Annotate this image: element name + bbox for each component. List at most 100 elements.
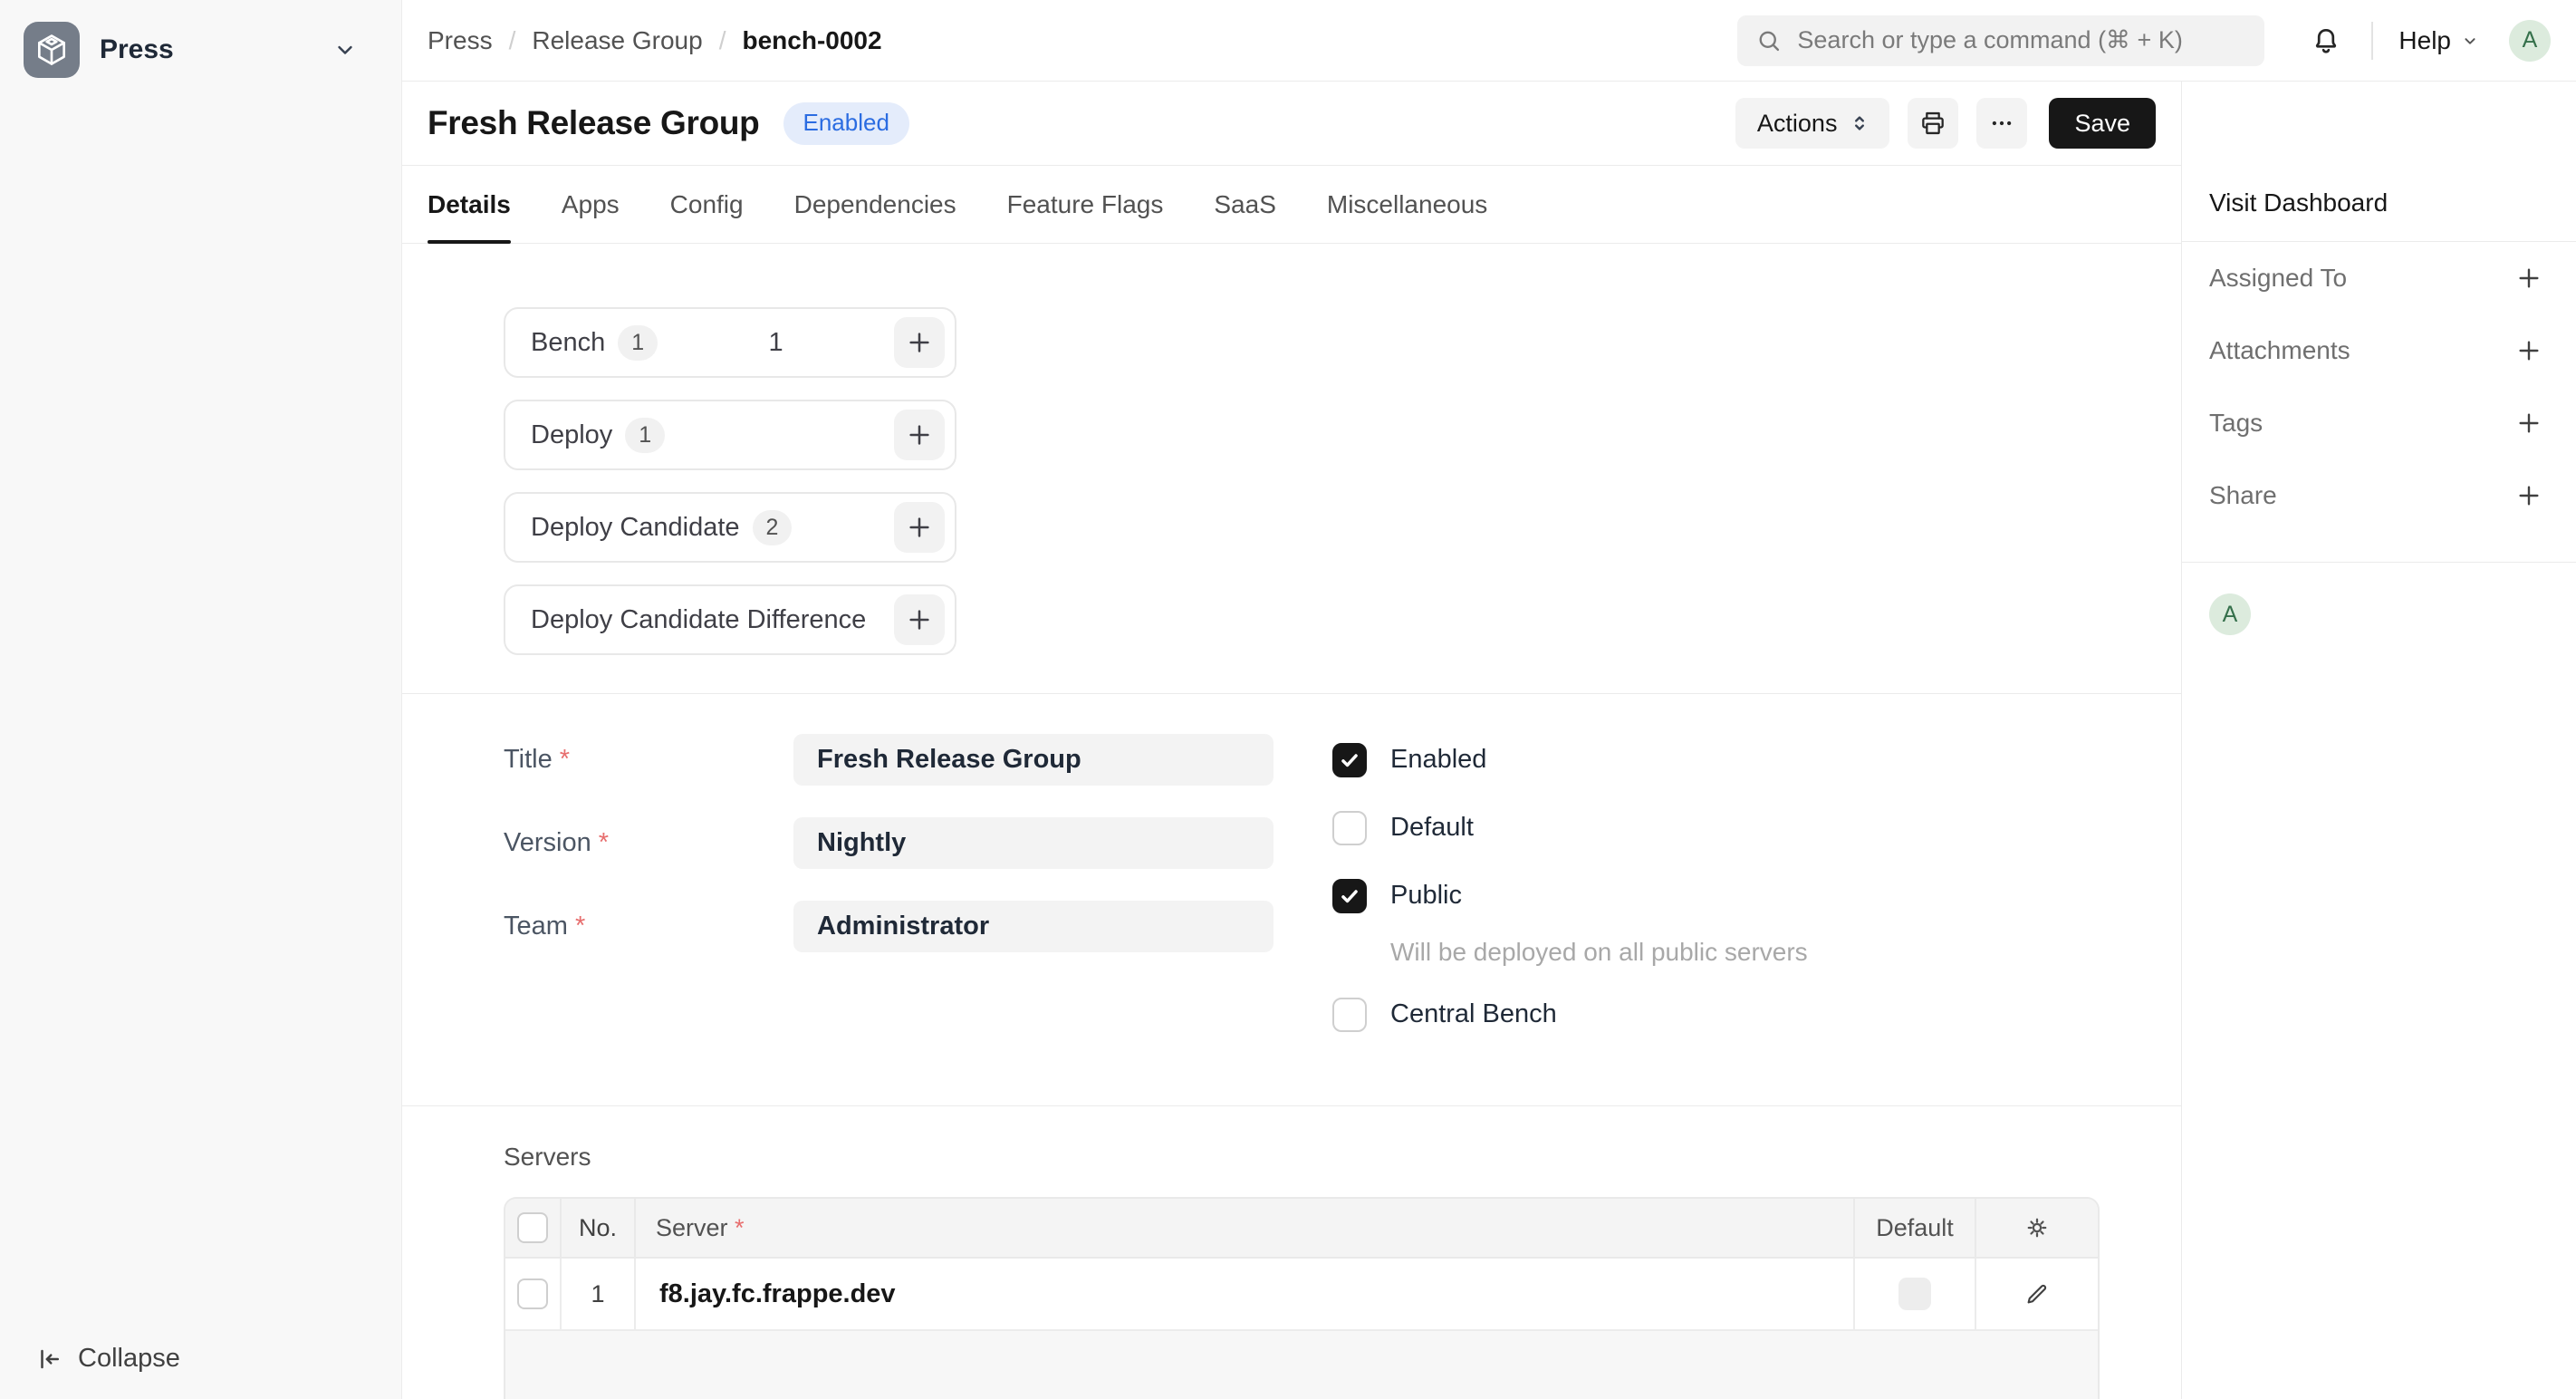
link-label: Bench (531, 328, 605, 358)
link-count-badge: 1 (618, 325, 658, 361)
breadcrumb-current: bench-0002 (742, 26, 881, 55)
document-actions: Actions (1735, 98, 2156, 149)
add-share-button[interactable] (2509, 476, 2549, 516)
version-field[interactable] (793, 817, 1274, 869)
server-name-cell[interactable]: f8.jay.fc.frappe.dev (636, 1259, 1855, 1329)
central-bench-checkbox-label: Central Bench (1390, 999, 1557, 1029)
default-checkbox[interactable] (1332, 811, 1367, 845)
link-card-bench[interactable]: Bench 1 1 (504, 307, 956, 378)
dashboard-links-section: Bench 1 1 Deploy 1 (402, 244, 2181, 694)
servers-section: Servers No. Server Default (402, 1106, 2181, 1399)
search-input[interactable] (1795, 25, 2246, 55)
link-card-deploy-candidate[interactable]: Deploy Candidate 2 (504, 492, 956, 563)
viewer-avatar[interactable]: A (2209, 593, 2251, 635)
public-checkbox-label: Public (1390, 881, 1462, 911)
default-checkbox-cell[interactable] (1898, 1278, 1931, 1310)
tab-details[interactable]: Details (428, 166, 511, 243)
add-attachment-button[interactable] (2509, 331, 2549, 371)
central-bench-checkbox-row[interactable]: Central Bench (1332, 989, 1808, 1040)
default-checkbox-row[interactable]: Default (1332, 802, 1808, 854)
column-header-default: Default (1855, 1199, 1976, 1257)
servers-grid: No. Server Default (504, 1197, 2100, 1399)
tab-dependencies[interactable]: Dependencies (794, 166, 956, 243)
actions-dropdown-button[interactable]: Actions (1735, 98, 1890, 149)
visit-dashboard-link[interactable]: Visit Dashboard (2209, 188, 2388, 217)
app-switcher[interactable]: Press (0, 0, 401, 100)
app-name: Press (100, 34, 174, 65)
servers-grid-header: No. Server Default (505, 1199, 2098, 1259)
status-badge: Enabled (783, 102, 909, 145)
ellipsis-icon (1988, 110, 2015, 137)
row-select-checkbox[interactable] (517, 1278, 548, 1309)
topbar: Press / Release Group / bench-0002 (402, 0, 2576, 82)
user-avatar[interactable]: A (2509, 20, 2551, 62)
form-checkbox-column: Enabled Default (1332, 734, 1808, 1056)
link-card-deploy[interactable]: Deploy 1 (504, 400, 956, 470)
default-checkbox-label: Default (1390, 813, 1474, 843)
enabled-checkbox-row[interactable]: Enabled (1332, 734, 1808, 786)
form-fields-column: Title Version Team (504, 734, 1275, 1056)
command-palette-search[interactable] (1737, 15, 2264, 66)
breadcrumb-release-group[interactable]: Release Group (532, 26, 702, 55)
link-count-badge: 1 (625, 418, 665, 453)
collapse-label: Collapse (78, 1344, 180, 1374)
side-panel-header: Visit Dashboard (2182, 82, 2576, 242)
notifications-button[interactable] (2306, 21, 2346, 61)
link-card-deploy-candidate-difference[interactable]: Deploy Candidate Difference (504, 584, 956, 655)
add-tag-button[interactable] (2509, 403, 2549, 443)
add-deploy-candidate-difference-button[interactable] (894, 594, 945, 645)
attachments-label: Attachments (2209, 336, 2350, 365)
tab-config[interactable]: Config (670, 166, 744, 243)
tab-apps[interactable]: Apps (562, 166, 620, 243)
document-header: Fresh Release Group Enabled Actions (402, 82, 2181, 166)
grid-empty-area (505, 1331, 2098, 1399)
add-assignment-button[interactable] (2509, 258, 2549, 298)
tab-feature-flags[interactable]: Feature Flags (1007, 166, 1164, 243)
public-checkbox-row[interactable]: Public (1332, 870, 1808, 921)
enabled-checkbox-label: Enabled (1390, 745, 1486, 775)
breadcrumb: Press / Release Group / bench-0002 (428, 26, 882, 55)
help-label: Help (2398, 26, 2451, 55)
team-field[interactable] (793, 901, 1274, 952)
tags-label: Tags (2209, 409, 2263, 438)
public-checkbox[interactable] (1332, 879, 1367, 913)
print-button[interactable] (1908, 98, 1958, 149)
topbar-divider (2371, 22, 2373, 60)
edit-row-button[interactable] (2023, 1280, 2051, 1307)
tab-miscellaneous[interactable]: Miscellaneous (1327, 166, 1487, 243)
collapse-icon (36, 1346, 63, 1373)
left-sidebar: Press Collapse (0, 0, 402, 1399)
breadcrumb-separator: / (509, 26, 516, 55)
server-row: 1 f8.jay.fc.frappe.dev (505, 1259, 2098, 1331)
title-field[interactable] (793, 734, 1274, 786)
chevron-down-icon (332, 37, 358, 63)
breadcrumb-press[interactable]: Press (428, 26, 493, 55)
app-root: Press Collapse Press / Release Group / b… (0, 0, 2576, 1399)
collapse-sidebar-button[interactable]: Collapse (36, 1344, 180, 1374)
chevrons-up-down-icon (1848, 111, 1871, 135)
team-field-label: Team (504, 912, 793, 941)
press-logo-icon (24, 22, 80, 78)
select-all-checkbox[interactable] (517, 1212, 548, 1243)
tab-bar: Details Apps Config Dependencies Feature… (402, 166, 2181, 244)
central-bench-checkbox[interactable] (1332, 998, 1367, 1032)
column-header-no: No. (562, 1199, 636, 1257)
tab-saas[interactable]: SaaS (1214, 166, 1276, 243)
grid-settings-button[interactable] (2023, 1214, 2051, 1241)
side-panel-footer: A (2182, 563, 2576, 666)
save-button[interactable]: Save (2049, 98, 2156, 149)
share-label: Share (2209, 481, 2277, 510)
enabled-checkbox[interactable] (1332, 743, 1367, 777)
help-menu-button[interactable]: Help (2398, 26, 2480, 55)
add-deploy-candidate-button[interactable] (894, 502, 945, 553)
add-deploy-button[interactable] (894, 410, 945, 460)
assigned-to-row: Assigned To (2182, 242, 2576, 314)
main-panel: Fresh Release Group Enabled Actions (402, 82, 2181, 1399)
servers-section-title: Servers (504, 1143, 2156, 1172)
page-title: Fresh Release Group (428, 104, 760, 142)
add-bench-button[interactable] (894, 317, 945, 368)
more-options-button[interactable] (1976, 98, 2027, 149)
tags-row: Tags (2182, 387, 2576, 459)
column-header-server: Server (656, 1214, 745, 1242)
breadcrumb-separator: / (719, 26, 726, 55)
